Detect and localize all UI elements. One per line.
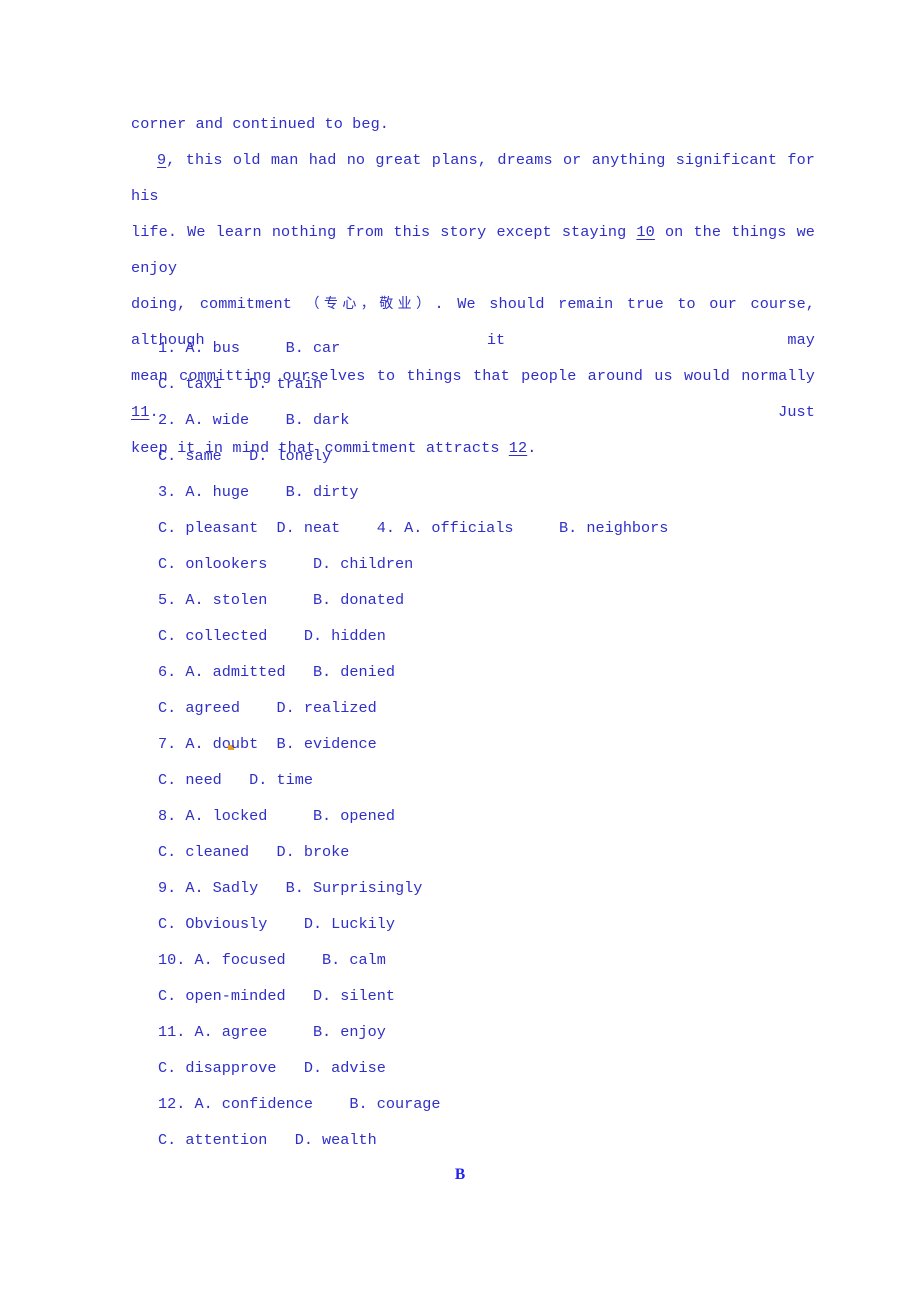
option-line[interactable]: C. pleasant D. neat 4. A. officials B. n… — [131, 510, 831, 546]
option-line[interactable]: C. disapprove D. advise — [131, 1050, 831, 1086]
option-line[interactable]: C. collected D. hidden — [131, 618, 831, 654]
option-line[interactable]: C. onlookers D. children — [131, 546, 831, 582]
cloze-blank-9[interactable]: 9 — [157, 151, 166, 169]
option-line[interactable]: 12. A. confidence B. courage — [131, 1086, 831, 1122]
option-line[interactable]: 1. A. bus B. car — [131, 330, 831, 366]
chinese-gloss-commitment: （专心，敬业） — [305, 296, 435, 312]
option-line[interactable]: C. agreed D. realized — [131, 690, 831, 726]
passage-line-2-text: , this old man had no great plans, dream… — [131, 151, 815, 205]
section-marker-b: B — [454, 1166, 466, 1183]
edit-artifact-mark — [227, 745, 234, 750]
option-line[interactable]: 10. A. focused B. calm — [131, 942, 831, 978]
passage-line-2: 9, this old man had no great plans, drea… — [131, 142, 815, 214]
option-line[interactable]: 9. A. Sadly B. Surprisingly — [131, 870, 831, 906]
option-line[interactable]: C. taxi D. train — [131, 366, 831, 402]
option-line[interactable]: C. cleaned D. broke — [131, 834, 831, 870]
answer-options-list: 1. A. bus B. car C. taxi D. train 2. A. wi… — [131, 330, 831, 1158]
option-line[interactable]: C. need D. time — [131, 762, 831, 798]
passage-line-1: corner and continued to beg. — [131, 115, 389, 133]
cloze-blank-10[interactable]: 10 — [636, 223, 654, 241]
option-line[interactable]: C. same D. lonely — [131, 438, 831, 474]
passage-line-3: life. We learn nothing from this story e… — [131, 214, 815, 286]
option-line[interactable]: 11. A. agree B. enjoy — [131, 1014, 831, 1050]
passage-line-4-before: doing, commitment — [131, 295, 306, 313]
document-page: corner and continued to beg. 9, this old… — [0, 0, 920, 1302]
option-line[interactable]: C. open-minded D. silent — [131, 978, 831, 1014]
option-line[interactable]: C. attention D. wealth — [131, 1122, 831, 1158]
option-line[interactable]: 6. A. admitted B. denied — [131, 654, 831, 690]
option-line[interactable]: 5. A. stolen B. donated — [131, 582, 831, 618]
option-line[interactable]: 8. A. locked B. opened — [131, 798, 831, 834]
option-line[interactable]: 2. A. wide B. dark — [131, 402, 831, 438]
option-line[interactable]: 3. A. huge B. dirty — [131, 474, 831, 510]
passage-line-3-before: life. We learn nothing from this story e… — [131, 223, 637, 241]
option-line[interactable]: 7. A. doubt B. evidence — [131, 726, 831, 762]
option-line[interactable]: C. Obviously D. Luckily — [131, 906, 831, 942]
